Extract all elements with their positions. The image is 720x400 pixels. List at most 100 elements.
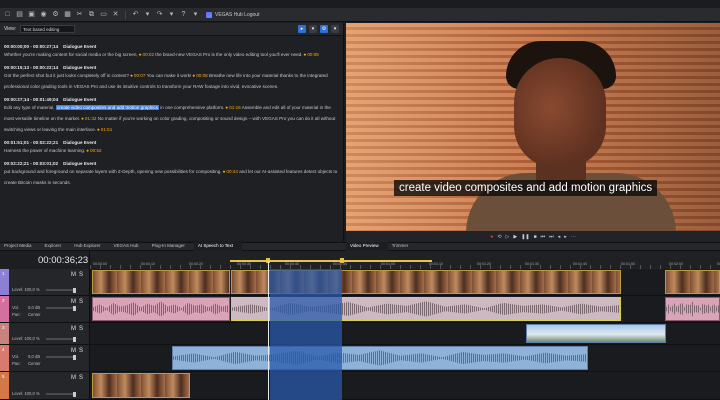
- trim-icon[interactable]: ✂: [76, 11, 83, 18]
- mute-button[interactable]: M: [71, 375, 79, 381]
- mute-button[interactable]: M: [71, 326, 79, 332]
- playhead-cursor[interactable]: [268, 261, 269, 400]
- slider-handle[interactable]: [73, 305, 76, 311]
- delete-icon[interactable]: ✕: [112, 11, 119, 18]
- video-event-clip[interactable]: [92, 373, 190, 398]
- track-header[interactable]: 2 MS Vol. 0,0 dB Pan: Center: [0, 296, 90, 322]
- solo-button[interactable]: S: [79, 348, 86, 354]
- dialogue-event-text[interactable]: Harness the power of machine learning. ⏺…: [4, 145, 339, 156]
- track-row-video[interactable]: 5 MS Level: 100,0 %: [0, 372, 720, 400]
- undo-icon[interactable]: ↶: [132, 11, 139, 18]
- track-slider[interactable]: [46, 305, 76, 311]
- track-row-audio[interactable]: 4 MS Vol. 0,0 dB Pan: Center: [0, 345, 720, 372]
- timestamp-marker[interactable]: ⏺ 01:32: [81, 116, 96, 121]
- undo-history-chevron-icon[interactable]: ▾: [144, 11, 151, 18]
- video-event-clip[interactable]: [665, 270, 720, 294]
- help-icon[interactable]: ?: [180, 11, 187, 18]
- mute-button[interactable]: M: [71, 272, 79, 278]
- solo-button[interactable]: S: [79, 299, 86, 305]
- tab-hub-explorer[interactable]: Hub Explorer: [70, 242, 109, 251]
- track-number-badge[interactable]: 3: [0, 323, 9, 344]
- track-number-badge[interactable]: 2: [0, 296, 9, 322]
- pause-icon[interactable]: ❚❚: [521, 234, 529, 240]
- track-lane[interactable]: [90, 345, 720, 371]
- dialogue-event-text[interactable]: Whether you're making content for social…: [4, 49, 339, 60]
- stop-icon[interactable]: ■: [534, 234, 537, 240]
- go-to-end-icon[interactable]: ⏭: [549, 234, 554, 240]
- mute-button[interactable]: M: [71, 299, 79, 305]
- slider-handle[interactable]: [73, 287, 76, 293]
- slider-handle[interactable]: [73, 336, 76, 342]
- track-lane[interactable]: [90, 269, 720, 295]
- more-options-button[interactable]: ▾: [331, 25, 339, 33]
- new-project-icon[interactable]: □: [4, 11, 11, 18]
- options-menu-button[interactable]: ▾: [309, 25, 317, 33]
- track-lane[interactable]: [90, 323, 720, 344]
- tab-explorer[interactable]: Explorer: [41, 242, 71, 251]
- view-select[interactable]: Text based editing: [20, 25, 76, 33]
- track-slider[interactable]: [46, 354, 76, 360]
- track-slider[interactable]: [46, 391, 76, 397]
- more-transport-icon[interactable]: ⋯: [571, 234, 576, 240]
- hub-logout-button[interactable]: VEGAS Hub Logout: [206, 11, 259, 18]
- redo-history-chevron-icon[interactable]: ▾: [168, 11, 175, 18]
- tab-video-preview[interactable]: Video Preview: [346, 242, 388, 251]
- slider-handle[interactable]: [73, 354, 76, 360]
- slider-handle[interactable]: [73, 391, 76, 397]
- tab-vegas-hub[interactable]: VEGAS Hub: [110, 242, 148, 251]
- play-icon[interactable]: ▶: [513, 234, 517, 240]
- audio-event-clip[interactable]: [92, 297, 230, 321]
- timestamp-marker[interactable]: ⏺ 01:51: [97, 127, 112, 132]
- track-header[interactable]: 1 MS Level: 100,0 %: [0, 269, 90, 295]
- track-lane[interactable]: [90, 372, 720, 399]
- settings-button[interactable]: ⚙: [320, 25, 328, 33]
- track-header[interactable]: 5 MS Level: 100,0 %: [0, 372, 90, 399]
- previous-frame-icon[interactable]: ◂: [558, 234, 561, 240]
- timestamp-marker[interactable]: ⏺ 01:16: [226, 105, 241, 110]
- speech-to-text-button[interactable]: ▸: [298, 25, 306, 33]
- timeline[interactable]: 00:00:36;23 00:00:00 00:00:10 00:00:20 00:0…: [0, 251, 720, 400]
- timestamp-marker[interactable]: ⏺ 00:44: [223, 169, 238, 174]
- loop-region-bar[interactable]: [230, 260, 432, 262]
- render-icon[interactable]: ◉: [40, 11, 47, 18]
- mute-button[interactable]: M: [71, 348, 79, 354]
- track-row-video[interactable]: 1 MS Level: 100,0 %: [0, 269, 720, 296]
- timestamp-marker[interactable]: ⏺ 00:05: [304, 52, 319, 57]
- track-number-badge[interactable]: 5: [0, 372, 9, 399]
- timestamp-marker[interactable]: ⏺ 00:08: [193, 73, 208, 78]
- audio-event-clip[interactable]: [665, 297, 720, 321]
- dialogue-event-text[interactable]: put background and foreground on separat…: [4, 166, 339, 188]
- time-selection[interactable]: [270, 269, 342, 400]
- solo-button[interactable]: S: [79, 375, 86, 381]
- timestamp-marker[interactable]: ⏺ 00:02: [139, 52, 154, 57]
- video-event-clip[interactable]: [92, 270, 230, 294]
- next-frame-icon[interactable]: ▸: [564, 234, 567, 240]
- track-slider[interactable]: [46, 287, 76, 293]
- tab-project-media[interactable]: Project Media: [0, 242, 41, 251]
- copy-icon[interactable]: ⧉: [88, 11, 95, 18]
- track-header[interactable]: 3 MS Level: 100,0 %: [0, 323, 90, 344]
- redo-icon[interactable]: ↷: [156, 11, 163, 18]
- play-from-start-icon[interactable]: ▷: [506, 234, 510, 240]
- track-slider[interactable]: [46, 336, 76, 342]
- timestamp-marker[interactable]: ⏺ 00:52: [86, 148, 101, 153]
- open-folder-icon[interactable]: ▤: [16, 11, 23, 18]
- time-ruler[interactable]: 00:00:00 00:00:10 00:00:20 00:00:30 00:00:40…: [90, 251, 720, 269]
- dialogue-event-text[interactable]: Got the perfect shot but it just looks c…: [4, 70, 339, 92]
- highlighted-text[interactable]: create video composites and add motion g…: [55, 105, 159, 110]
- go-to-start-icon[interactable]: ⏮: [541, 234, 546, 240]
- dialogue-event-text[interactable]: Edit any type of material, create video …: [4, 102, 339, 135]
- tab-plug-in-manager[interactable]: Plug-In Manager: [148, 242, 194, 251]
- audio-event-clip[interactable]: [172, 346, 588, 370]
- video-preview[interactable]: create video composites and add motion g…: [346, 23, 720, 231]
- hub-menu-chevron-icon[interactable]: ▾: [192, 11, 199, 18]
- solo-button[interactable]: S: [79, 272, 86, 278]
- tab-trimmer[interactable]: Trimmer: [388, 242, 418, 251]
- track-row-audio[interactable]: 2 MS Vol. 0,0 dB Pan: Center: [0, 296, 720, 323]
- video-event-clip[interactable]: [526, 324, 666, 343]
- tab-ai-speech-to-text[interactable]: AI Speech to Text: [193, 242, 243, 251]
- track-number-badge[interactable]: 4: [0, 345, 9, 371]
- loop-icon[interactable]: ⟲: [497, 234, 501, 240]
- settings-gear-icon[interactable]: ⚙: [52, 11, 59, 18]
- properties-icon[interactable]: ▦: [64, 11, 71, 18]
